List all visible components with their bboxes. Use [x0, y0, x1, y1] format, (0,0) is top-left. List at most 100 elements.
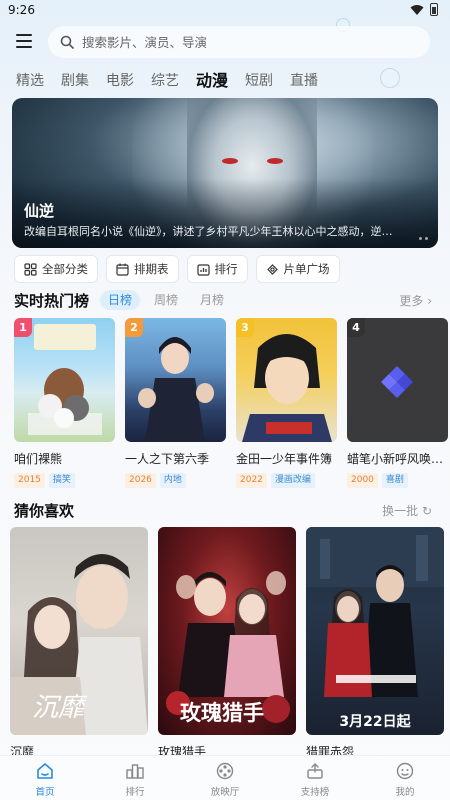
year-tag: 2000 [347, 473, 378, 488]
status-time: 9:26 [8, 3, 35, 17]
hot-item-name: 一人之下第六季 [125, 452, 210, 466]
poster-artwork [306, 527, 444, 697]
quick-action-label: 排行 [214, 262, 238, 276]
rank-badge: 2 [125, 318, 143, 337]
playlist-icon [266, 263, 278, 275]
tab-live[interactable]: 直播 [290, 70, 318, 92]
poster: 沉靡 [10, 527, 148, 735]
hot-ranking-item[interactable]: 1 咱们裸熊 2015 搞笑 [14, 318, 115, 488]
bottom-navigation: 首页 排行 放映厅 支持榜 我的 [0, 755, 450, 800]
hot-item-tags: 2026 内地 [125, 473, 226, 488]
nav-screening-room[interactable]: 放映厅 [180, 756, 270, 800]
hot-ranking-item[interactable]: 4 蜡笔小新呼风唤雨… 2000 喜剧 [347, 318, 448, 488]
all-categories-button[interactable]: 全部分类 [14, 255, 98, 283]
banner-description: 改编自耳根同名小说《仙逆》，讲述了乡村平凡少年王林以心中之感动，逆… [24, 225, 393, 238]
schedule-button[interactable]: 排期表 [106, 255, 179, 283]
banner-pagination [419, 237, 428, 240]
hot-item-tags: 2015 搞笑 [14, 473, 115, 488]
rank-badge: 1 [14, 318, 32, 337]
recommendations-title: 猜你喜欢 [14, 502, 75, 520]
nav-home[interactable]: 首页 [0, 756, 90, 800]
rank-badge: 4 [347, 318, 365, 337]
menu-line [16, 34, 32, 36]
poster: 3月22日起 [306, 527, 444, 735]
refresh-button[interactable]: 换一批 ↻ [382, 502, 432, 519]
genre-tag: 搞笑 [48, 473, 75, 488]
hot-ranking-list: 1 咱们裸熊 2015 搞笑 2 一人之下第六季 2026 内地 3 金田一少年… [14, 318, 448, 488]
year-tag: 2026 [125, 473, 156, 488]
ranking-icon [196, 263, 210, 276]
featured-banner[interactable]: 仙逆 改编自耳根同名小说《仙逆》，讲述了乡村平凡少年王林以心中之感动，逆… [12, 98, 438, 248]
recommendation-item[interactable]: 玫瑰猎手 玫瑰猎手 [158, 527, 296, 760]
poster-title-art: 玫瑰猎手 [180, 700, 264, 725]
poster-title-art: 沉靡 [32, 693, 85, 723]
menu-button[interactable] [16, 34, 32, 48]
menu-line [16, 46, 32, 48]
poster-placeholder: 4 [347, 318, 448, 442]
search-icon [60, 35, 74, 49]
status-icons [410, 3, 438, 16]
nav-profile[interactable]: 我的 [360, 756, 450, 800]
poster: 1 [14, 318, 115, 442]
placeholder-logo-icon [381, 366, 413, 398]
hot-ranking-item[interactable]: 3 金田一少年事件簿 2022 漫画改编 [236, 318, 337, 488]
support-icon [307, 763, 323, 779]
quick-action-label: 片单广场 [283, 262, 330, 276]
poster-artwork [28, 324, 102, 435]
tab-monthly[interactable]: 月榜 [192, 290, 232, 310]
tab-series[interactable]: 剧集 [61, 70, 89, 92]
year-tag: 2015 [14, 473, 45, 488]
search-bar[interactable] [48, 26, 430, 58]
nav-ranking[interactable]: 排行 [90, 756, 180, 800]
banner-eye-left [222, 158, 238, 164]
quick-action-label: 全部分类 [42, 262, 88, 276]
battery-icon [430, 3, 438, 16]
poster: 玫瑰猎手 [158, 527, 296, 735]
genre-tag: 内地 [159, 473, 186, 488]
nav-label: 支持榜 [300, 787, 330, 798]
category-tabs: 精选 剧集 电影 综艺 动漫 短剧 直播 [16, 70, 335, 92]
tab-featured[interactable]: 精选 [16, 70, 44, 92]
recommendation-item[interactable]: 沉靡 沉靡 [10, 527, 148, 760]
hot-ranking-title: 实时热门榜 [14, 292, 90, 310]
hot-ranking-tabs: 日榜 周榜 月榜 [100, 290, 232, 310]
poster-artwork [242, 334, 332, 442]
more-link[interactable]: 更多 › [399, 292, 432, 309]
genre-tag: 漫画改编 [270, 473, 315, 488]
hot-item-tags: 2022 漫画改编 [236, 473, 337, 488]
search-input[interactable] [82, 34, 382, 50]
year-tag: 2022 [236, 473, 267, 488]
pagination-dot [419, 237, 422, 240]
status-bar: 9:26 [0, 0, 450, 22]
banner-eye-right [267, 158, 283, 164]
hot-ranking-header: 实时热门榜 日榜 周榜 月榜 更多 › [14, 290, 436, 310]
recommendations-header: 猜你喜欢 换一批 ↻ [14, 500, 436, 520]
menu-line [16, 40, 32, 42]
profile-icon [396, 762, 414, 780]
playlist-plaza-button[interactable]: 片单广场 [255, 255, 340, 283]
tab-variety[interactable]: 综艺 [151, 70, 179, 92]
recommendation-item[interactable]: 3月22日起 猎罪赤怨 [306, 527, 444, 760]
tab-anime[interactable]: 动漫 [196, 70, 228, 92]
grid-icon [24, 262, 37, 276]
poster: 2 [125, 318, 226, 442]
poster-release-date: 3月22日起 [339, 714, 411, 730]
nav-support-ranking[interactable]: 支持榜 [270, 756, 360, 800]
quick-action-label: 排期表 [134, 262, 169, 276]
hot-ranking-item[interactable]: 2 一人之下第六季 2026 内地 [125, 318, 226, 488]
hot-item-name: 金田一少年事件簿 [236, 452, 333, 466]
rank-badge: 3 [236, 318, 254, 337]
tab-daily[interactable]: 日榜 [100, 290, 141, 310]
hot-item-tags: 2000 喜剧 [347, 473, 448, 488]
nav-label: 放映厅 [210, 787, 240, 798]
wifi-icon [410, 4, 424, 15]
tab-movies[interactable]: 电影 [106, 70, 134, 92]
calendar-icon [116, 263, 129, 276]
decorative-circle [380, 68, 400, 88]
ranking-icon [126, 764, 144, 779]
pagination-dot [425, 237, 428, 240]
ranking-button[interactable]: 排行 [186, 255, 248, 283]
tab-short-drama[interactable]: 短剧 [245, 70, 273, 92]
tab-weekly[interactable]: 周榜 [146, 290, 186, 310]
hot-item-name: 蜡笔小新呼风唤雨… [347, 452, 448, 466]
